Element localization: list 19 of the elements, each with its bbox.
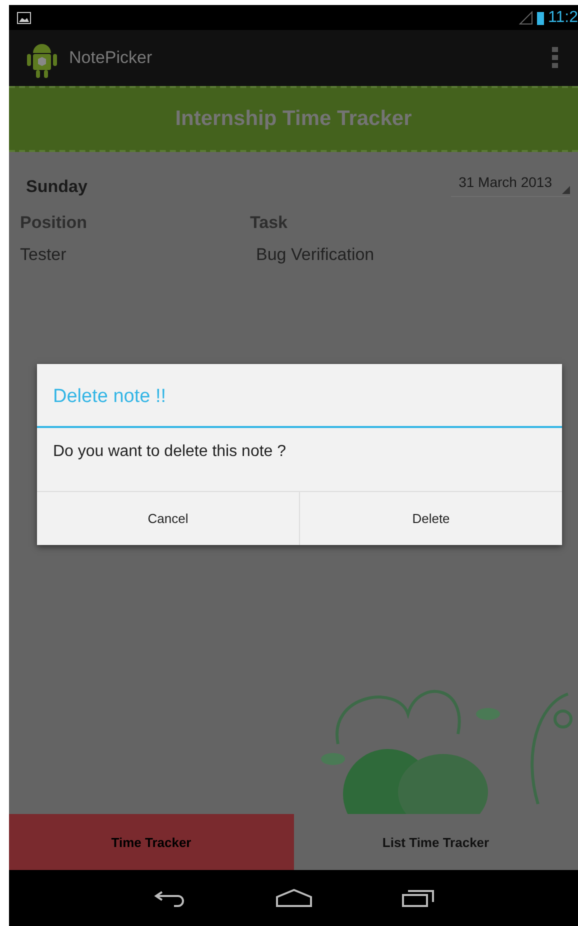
dialog-title: Delete note !! (37, 364, 562, 428)
app-title: NotePicker (69, 48, 152, 68)
tab[interactable]: Time Tracker (9, 814, 294, 870)
dialog-button[interactable]: Cancel (37, 492, 299, 545)
column-value: Bug Verification (255, 245, 374, 265)
column-value: Tester (20, 245, 68, 265)
signal-icon (519, 10, 534, 24)
day-label: Sunday (26, 177, 88, 197)
date-spinner[interactable]: 31 March 2013 (450, 170, 570, 197)
image-icon (17, 12, 31, 24)
header-title: Internship Time Tracker (175, 107, 412, 131)
recent-apps-icon[interactable] (402, 889, 434, 907)
status-time: 11:2 (548, 8, 578, 26)
dialog-message: Do you want to delete this note ? (52, 442, 288, 462)
battery-icon (537, 10, 544, 24)
back-icon[interactable] (154, 889, 186, 907)
overflow-menu-icon[interactable] (552, 47, 558, 69)
home-icon[interactable] (276, 889, 312, 907)
dialog-button[interactable]: Delete (299, 492, 562, 545)
